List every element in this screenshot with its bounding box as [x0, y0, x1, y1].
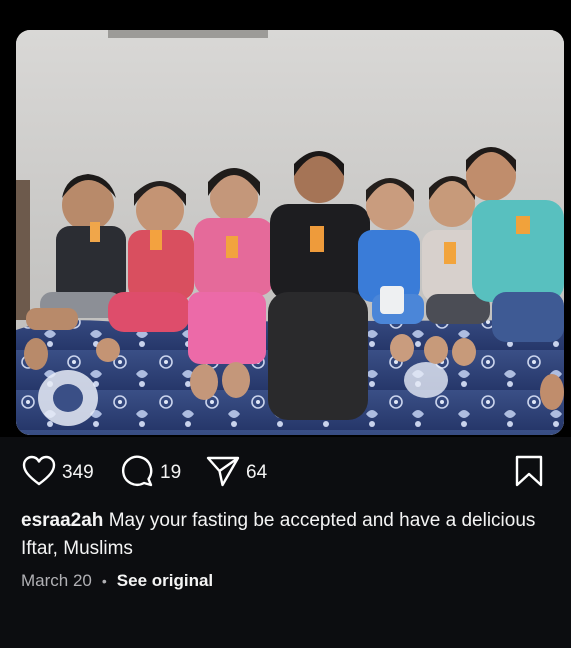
post-meta: March 20 • See original: [21, 571, 213, 591]
post-caption: esraa2ah May your fasting be accepted an…: [21, 507, 541, 563]
share-button[interactable]: 64: [206, 451, 267, 495]
action-bar: 349 19 64: [0, 451, 571, 495]
comment-bubble-icon: [120, 454, 154, 493]
username-link[interactable]: esraa2ah: [21, 510, 103, 531]
paper-plane-icon: [206, 455, 240, 492]
comment-count: 19: [160, 462, 182, 483]
post-info-panel: 349 19 64 esraa2ah May your fasting be a…: [0, 437, 571, 648]
post-photo[interactable]: [16, 30, 564, 435]
bookmark-icon: [514, 454, 544, 493]
comment-button[interactable]: 19: [120, 451, 181, 495]
children-drinking-juice-photo: [16, 30, 564, 435]
see-original-link[interactable]: See original: [117, 571, 213, 591]
post-date: March 20: [21, 571, 92, 590]
heart-icon: [22, 455, 56, 492]
like-button[interactable]: 349: [22, 451, 94, 495]
post-view: 349 19 64 esraa2ah May your fasting be a…: [0, 0, 571, 648]
like-count: 349: [62, 462, 94, 483]
share-count: 64: [246, 462, 268, 483]
save-button[interactable]: [514, 451, 544, 495]
meta-separator: •: [101, 573, 107, 589]
